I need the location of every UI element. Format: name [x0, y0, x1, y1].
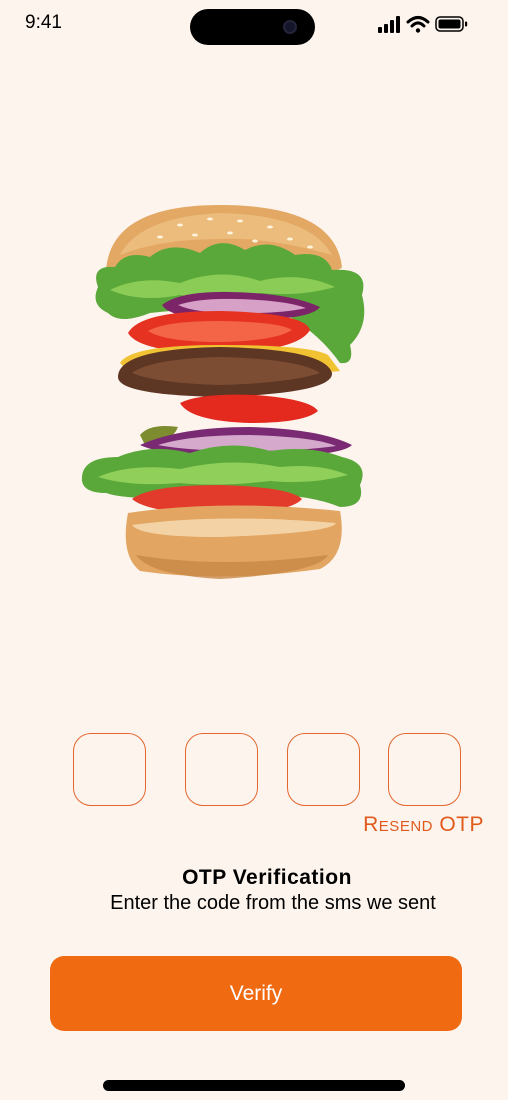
burger-image: [81, 205, 365, 579]
status-bar: 9:41: [0, 0, 508, 50]
signal-icon: [378, 16, 400, 33]
wifi-icon: [406, 16, 430, 33]
otp-digit-2-input[interactable]: [185, 733, 258, 806]
camera-icon: [283, 20, 297, 34]
verify-button[interactable]: Verify: [50, 956, 462, 1031]
resend-otp-link[interactable]: Resend OTP: [363, 813, 484, 837]
page-subtitle: Enter the code from the sms we sent: [110, 892, 436, 914]
page-title: OTP Verification: [182, 866, 352, 889]
home-indicator: [103, 1080, 405, 1091]
otp-digit-4-input[interactable]: [388, 733, 461, 806]
otp-digit-1-input[interactable]: [73, 733, 146, 806]
status-icons: [378, 16, 468, 33]
status-time: 9:41: [25, 12, 62, 33]
battery-icon: [435, 16, 468, 32]
dynamic-island: [190, 9, 315, 45]
otp-digit-3-input[interactable]: [287, 733, 360, 806]
